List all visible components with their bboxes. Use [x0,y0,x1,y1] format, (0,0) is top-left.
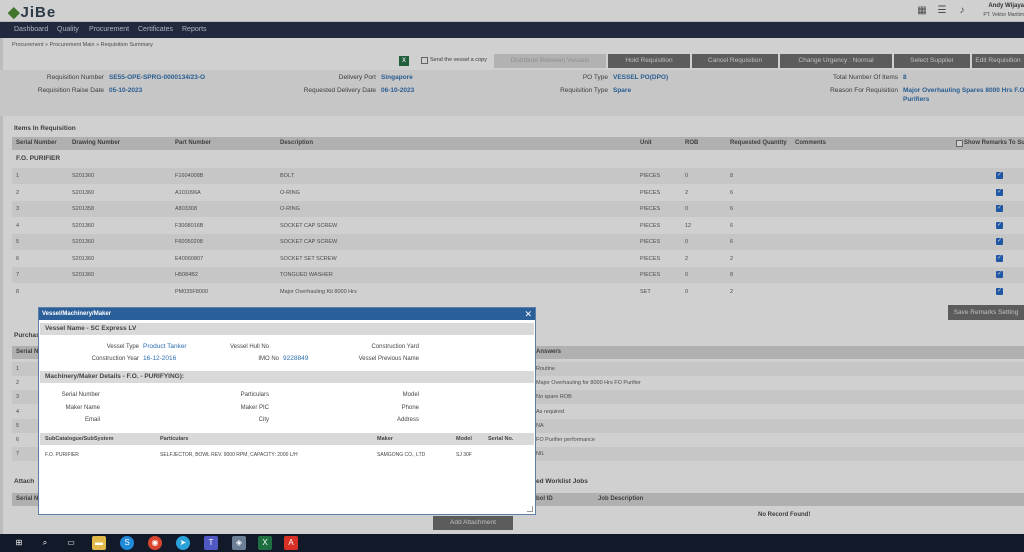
previous-name-label: Vessel Previous Name [358,356,419,362]
city-label: City [258,417,269,423]
excel-icon[interactable]: X [258,536,272,550]
pdf-icon[interactable]: A [284,536,298,550]
cell-model: SJ 30F [456,452,472,458]
vessel-type-label: Vessel Type [106,344,139,350]
address-label: Address [396,417,419,423]
teams-icon[interactable]: T [204,536,218,550]
dialog-title-bar[interactable]: Vessel/Machinery/Maker ✕ [39,308,535,320]
maker-pic-label: Maker PIC [240,405,269,411]
resize-grip-icon[interactable] [527,506,533,512]
dialog-title: Vessel/Machinery/Maker [42,311,112,317]
close-icon[interactable]: ✕ [524,308,532,320]
file-explorer-icon[interactable]: ▬ [92,536,106,550]
col-particulars: Particulars [160,436,189,442]
col-model: Model [456,436,472,442]
hull-label: Vessel Hull No [229,344,269,350]
machinery-band: Machinery/Maker Details - F.O. - PURIFYI… [40,371,534,383]
col-maker: Maker [377,436,393,442]
imo-label: IMO No [258,356,279,362]
cell-subcatalogue: F.O. PURIFIER [45,452,79,458]
imo-value: 9228849 [283,355,309,362]
model-label: Model [402,392,419,398]
search-icon[interactable]: ⌕ [38,536,52,550]
col-serial-no: Serial No. [488,436,514,442]
vessel-type-value: Product Tanker [143,343,187,350]
serial-number-label: Serial Number [61,392,100,398]
chrome-icon[interactable]: ◉ [148,536,162,550]
telegram-icon[interactable]: ➤ [176,536,190,550]
email-label: Email [84,417,100,423]
vessel-name-band: Vessel Name - SC Express LV [40,323,534,335]
windows-icon[interactable]: ⊞ [12,536,26,550]
app-icon[interactable]: ◈ [232,536,246,550]
cell-particulars: SELFJECTOR, BOWL REV. 9000 RPM, CAPACITY… [160,452,298,458]
maker-table-row: F.O. PURIFIER SELFJECTOR, BOWL REV. 9000… [40,449,534,461]
vessel-machinery-maker-dialog: Vessel/Machinery/Maker ✕ Vessel Name - S… [38,307,536,515]
construction-year-value: 16-12-2016 [143,355,177,362]
maker-name-label: Maker Name [65,405,100,411]
task-view-icon[interactable]: ▭ [64,536,78,550]
maker-table-header: SubCatalogue/SubSystem Particulars Maker… [40,433,534,445]
windows-taskbar: ⊞ ⌕ ▭ ▬ S ◉ ➤ T ◈ X A [0,534,1024,552]
cell-maker: SAMGONG CO., LTD [377,452,426,458]
phone-label: Phone [401,405,419,411]
particulars-label: Particulars [240,392,269,398]
skype-icon[interactable]: S [120,536,134,550]
yard-label: Construction Yard [371,344,419,350]
construction-year-label: Construction Year [91,356,139,362]
col-subcatalogue: SubCatalogue/SubSystem [45,436,114,442]
